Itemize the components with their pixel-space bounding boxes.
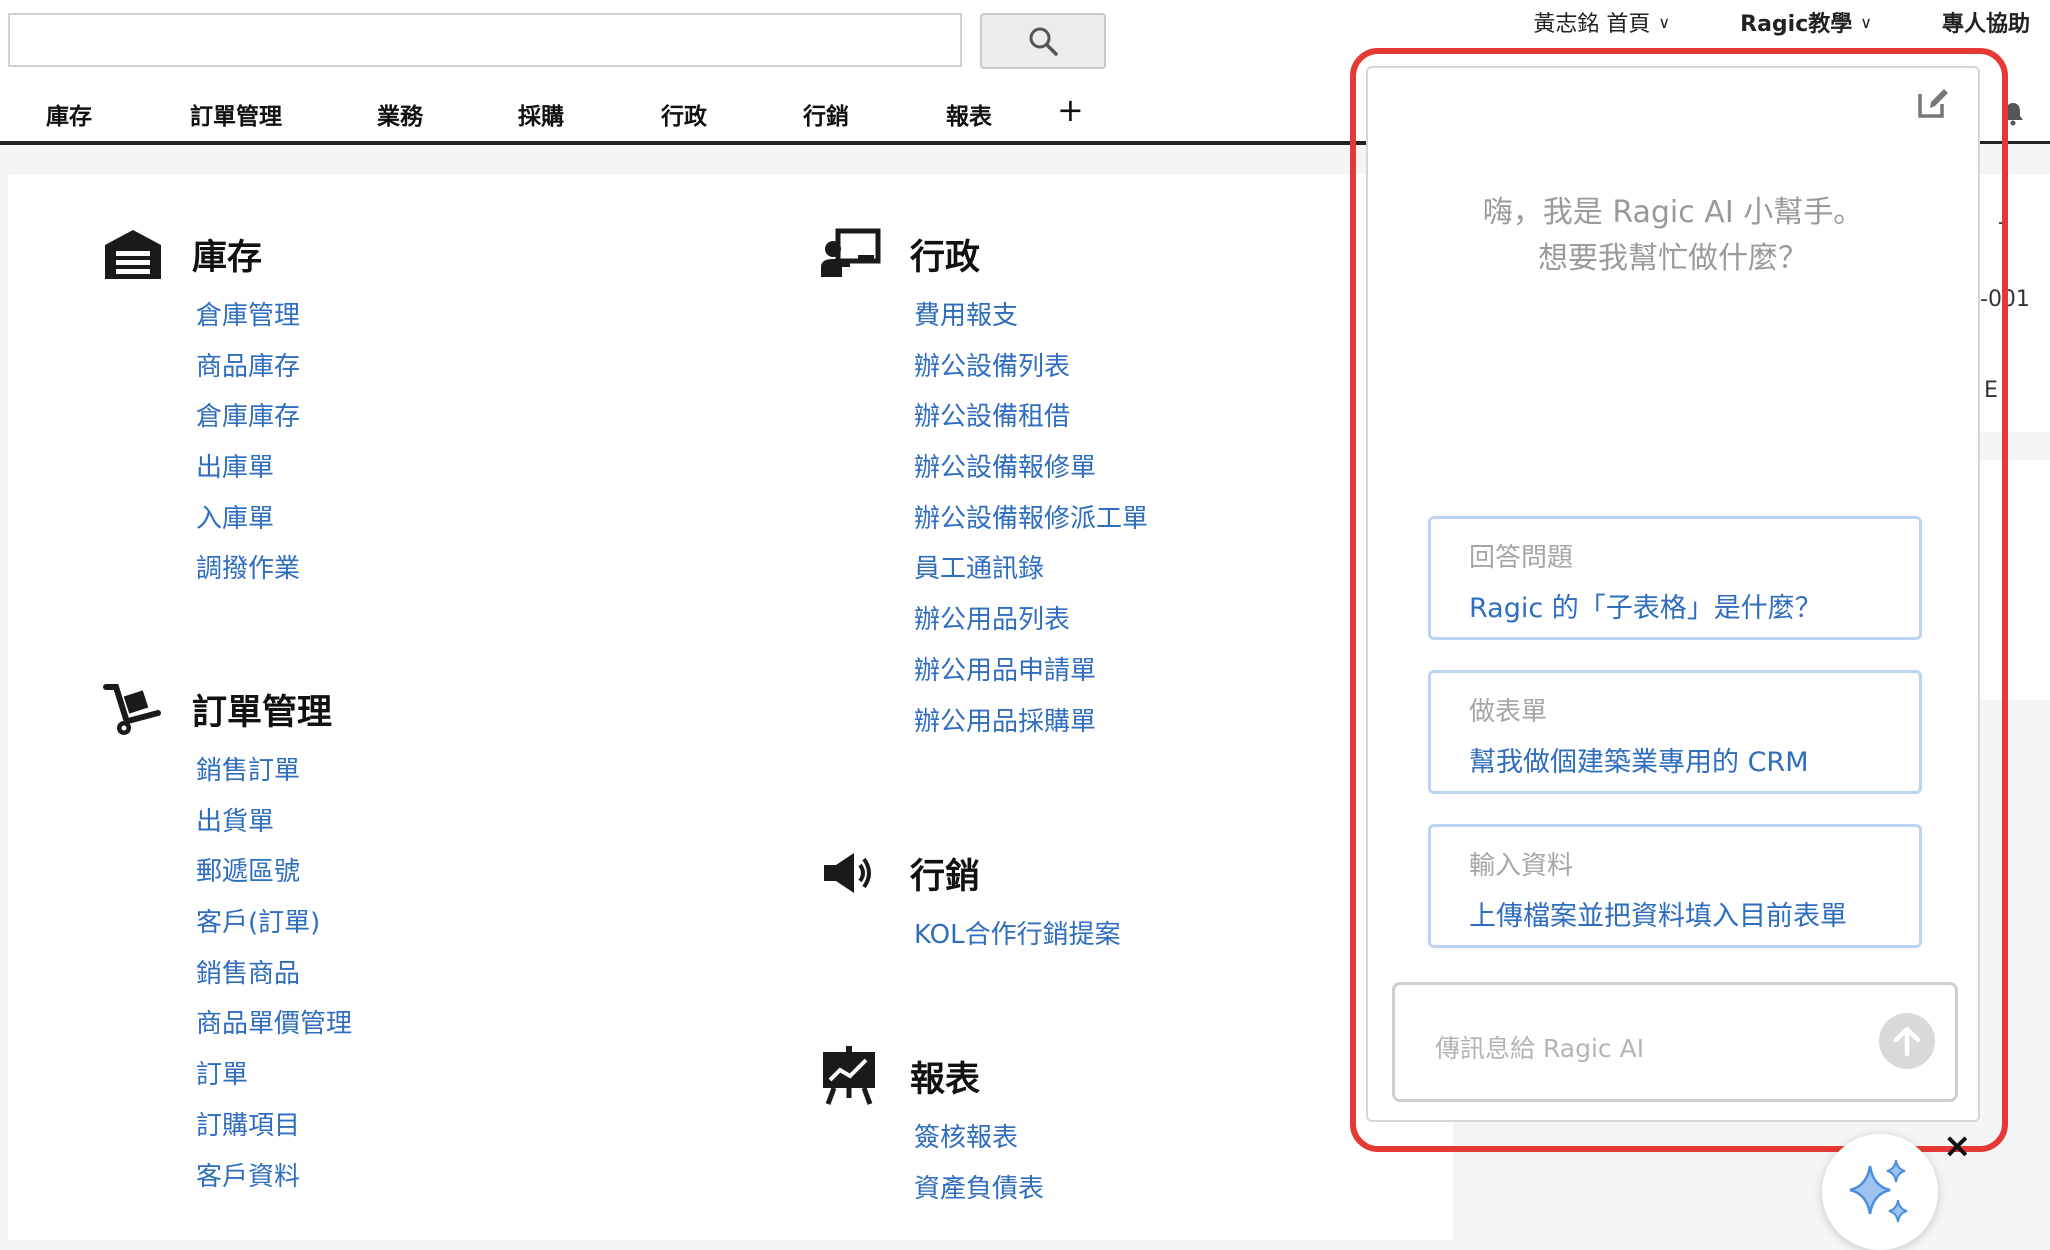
chevron-down-icon: ∨ <box>1860 12 1872 32</box>
chat-input-placeholder: 傳訊息給 Ragic AI <box>1435 1034 1645 1063</box>
megaphone-icon <box>820 843 890 903</box>
arrow-up-icon <box>1893 1026 1921 1057</box>
suggestion-category: 做表單 <box>1469 697 1548 727</box>
app-link[interactable]: 客戶(訂單) <box>196 898 352 949</box>
app-link[interactable]: 銷售商品 <box>196 949 352 1000</box>
section-title: 庫存 <box>192 237 263 278</box>
edge-fragment: E <box>1984 378 1998 403</box>
edge-fragment: - <box>1998 210 2006 235</box>
ai-assistant-button[interactable] <box>1822 1134 1938 1250</box>
app-link[interactable]: 辦公用品申請單 <box>914 646 1148 697</box>
tab-inventory[interactable]: 庫存 <box>46 97 92 131</box>
section-title: 行銷 <box>910 856 981 897</box>
search-input[interactable] <box>8 13 962 67</box>
section-reports: 報表 簽核報表 資產負債表 <box>820 1046 1044 1214</box>
help-label: 專人協助 <box>1941 12 2030 37</box>
app-link[interactable]: KOL合作行銷提案 <box>914 910 1121 961</box>
tutorial-label: Ragic教學 <box>1740 12 1853 37</box>
tab-orders[interactable]: 訂單管理 <box>190 97 282 131</box>
app-link[interactable]: 辦公設備報修派工單 <box>914 494 1148 545</box>
app-link[interactable]: 訂購項目 <box>196 1101 352 1152</box>
app-link[interactable]: 商品庫存 <box>196 342 300 393</box>
app-link[interactable]: 調撥作業 <box>196 544 300 595</box>
help-link[interactable]: 專人協助 <box>1942 6 2030 38</box>
app-link[interactable]: 資產負債表 <box>914 1164 1044 1215</box>
new-chat-button[interactable] <box>1916 86 1950 124</box>
top-links: 黃志銘 首頁 ∨ Ragic教學 ∨ 專人協助 <box>1533 6 2030 38</box>
app-link[interactable]: 出貨單 <box>196 797 352 848</box>
edit-icon <box>1918 89 1948 118</box>
warehouse-icon <box>102 224 172 284</box>
app-link[interactable]: 辦公設備列表 <box>914 342 1148 393</box>
greeting-line: 想要我幫忙做什麼？ <box>1538 241 1808 276</box>
app-link[interactable]: 商品單價管理 <box>196 999 352 1050</box>
ai-chat-panel: 嗨，我是 Ragic AI 小幫手。 想要我幫忙做什麼？ 回答問題 Ragic … <box>1366 66 1980 1122</box>
suggestion-category: 輸入資料 <box>1469 851 1574 881</box>
app-link[interactable]: 銷售訂單 <box>196 746 352 797</box>
suggestion-card[interactable]: 輸入資料 上傳檔案並把資料填入目前表單 <box>1428 824 1922 948</box>
section-marketing: 行銷 KOL合作行銷提案 <box>820 843 1121 961</box>
suggestion-question: Ragic 的「子表格」是什麼？ <box>1469 593 1822 624</box>
edge-fragment: -001 <box>1980 287 2030 312</box>
tab-marketing[interactable]: 行銷 <box>803 97 849 131</box>
app-link[interactable]: 倉庫管理 <box>196 291 300 342</box>
app-link[interactable]: 辦公用品採購單 <box>914 697 1148 748</box>
section-title: 訂單管理 <box>192 692 333 733</box>
sparkle-icon <box>1849 1159 1908 1223</box>
search-button[interactable] <box>980 13 1106 69</box>
tutorial-menu[interactable]: Ragic教學 ∨ <box>1740 6 1872 38</box>
section-inventory: 庫存 倉庫管理 商品庫存 倉庫庫存 出庫單 入庫單 調撥作業 <box>102 224 300 595</box>
user-home-menu[interactable]: 黃志銘 首頁 ∨ <box>1533 6 1670 38</box>
suggestion-card[interactable]: 回答問題 Ragic 的「子表格」是什麼？ <box>1428 516 1922 640</box>
app-link[interactable]: 員工通訊錄 <box>914 544 1148 595</box>
tab-reports[interactable]: 報表 <box>946 97 992 131</box>
app-link[interactable]: 費用報支 <box>914 291 1148 342</box>
chart-board-icon <box>820 1046 890 1106</box>
close-chat-button[interactable]: × <box>1943 1126 1972 1166</box>
app-link[interactable]: 出庫單 <box>196 443 300 494</box>
app-link[interactable]: 入庫單 <box>196 494 300 545</box>
user-home-label: 黃志銘 首頁 <box>1533 12 1651 37</box>
app-link[interactable]: 倉庫庫存 <box>196 392 300 443</box>
app-link[interactable]: 辦公設備報修單 <box>914 443 1148 494</box>
hand-truck-icon <box>102 679 172 739</box>
section-title: 報表 <box>910 1059 981 1100</box>
app-link[interactable]: 客戶資料 <box>196 1152 352 1203</box>
suggestion-card[interactable]: 做表單 幫我做個建築業專用的 CRM <box>1428 670 1922 794</box>
suggestion-category: 回答問題 <box>1469 543 1574 573</box>
chat-message-input[interactable]: 傳訊息給 Ragic AI <box>1392 982 1958 1102</box>
app-directory: 庫存 倉庫管理 商品庫存 倉庫庫存 出庫單 入庫單 調撥作業 訂單管理 銷售訂單… <box>8 174 1453 1240</box>
bell-icon[interactable] <box>2000 100 2026 126</box>
suggestion-question: 上傳檔案並把資料填入目前表單 <box>1469 901 1847 932</box>
app-link[interactable]: 辦公設備租借 <box>914 392 1148 443</box>
app-link[interactable]: 郵遞區號 <box>196 847 352 898</box>
section-admin: 行政 費用報支 辦公設備列表 辦公設備租借 辦公設備報修單 辦公設備報修派工單 … <box>820 224 1148 747</box>
section-title: 行政 <box>910 237 981 278</box>
search-icon <box>1029 27 1058 56</box>
greeting-line: 嗨，我是 Ragic AI 小幫手。 <box>1482 195 1864 230</box>
suggestion-question: 幫我做個建築業專用的 CRM <box>1469 747 1809 778</box>
app-link[interactable]: 訂單 <box>196 1050 352 1101</box>
app-link[interactable]: 簽核報表 <box>914 1113 1044 1164</box>
send-button[interactable] <box>1879 1013 1935 1069</box>
add-tab-button[interactable]: + <box>1057 91 1084 129</box>
presenter-icon <box>820 224 890 284</box>
chevron-down-icon: ∨ <box>1658 12 1671 32</box>
section-orders: 訂單管理 銷售訂單 出貨單 郵遞區號 客戶(訂單) 銷售商品 商品單價管理 訂單… <box>102 679 352 1202</box>
app-link[interactable]: 辦公用品列表 <box>914 595 1148 646</box>
tab-admin[interactable]: 行政 <box>661 97 707 131</box>
tab-purchasing[interactable]: 採購 <box>518 97 564 131</box>
tab-sales[interactable]: 業務 <box>377 97 423 131</box>
